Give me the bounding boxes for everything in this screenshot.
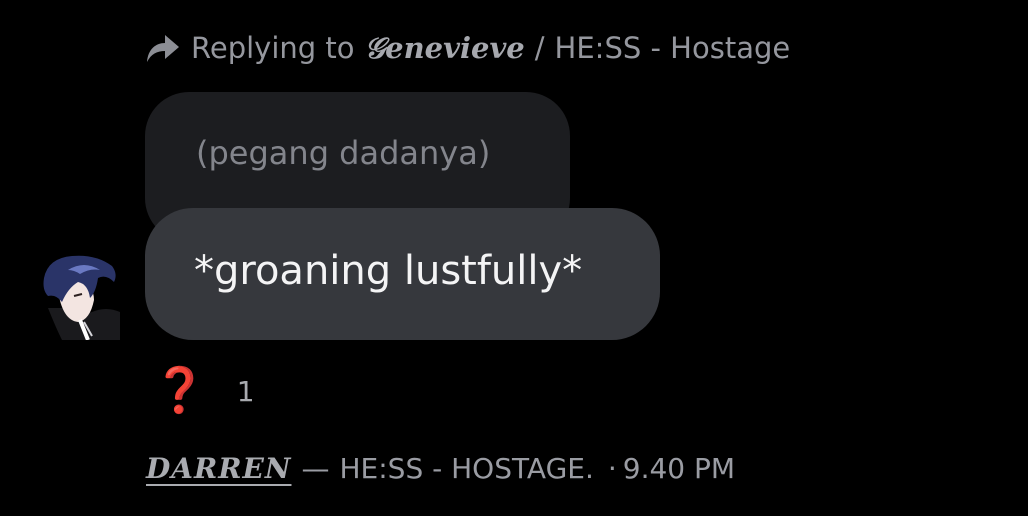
message-text: *groaning lustfully* bbox=[194, 248, 583, 294]
footer-channel: HE:SS - HOSTAGE. bbox=[339, 451, 594, 485]
reaction-chip[interactable]: ❓ 1 bbox=[152, 364, 255, 418]
reply-arrow-icon bbox=[145, 31, 183, 65]
message-bubble[interactable]: *groaning lustfully* bbox=[145, 208, 660, 340]
reply-recipient-name[interactable]: 𝒢enevieve bbox=[365, 31, 525, 66]
avatar[interactable] bbox=[28, 248, 120, 340]
reply-channel[interactable]: HE:SS - Hostage bbox=[555, 31, 791, 65]
message-footer: DARREN — HE:SS - HOSTAGE. · 9.40 PM bbox=[146, 446, 735, 490]
quoted-message-text: (pegang dadanya) bbox=[196, 134, 491, 172]
message-timestamp: 9.40 PM bbox=[622, 451, 736, 485]
question-mark-icon: ❓ bbox=[152, 365, 207, 416]
reply-separator: / bbox=[534, 31, 545, 65]
sender-name[interactable]: DARREN bbox=[146, 452, 291, 485]
footer-dot: · bbox=[607, 451, 617, 485]
reply-prefix: Replying to bbox=[191, 31, 355, 65]
reaction-count: 1 bbox=[236, 374, 255, 408]
footer-separator: — bbox=[301, 451, 330, 485]
reply-header[interactable]: Replying to 𝒢enevieve / HE:SS - Hostage bbox=[145, 26, 790, 70]
